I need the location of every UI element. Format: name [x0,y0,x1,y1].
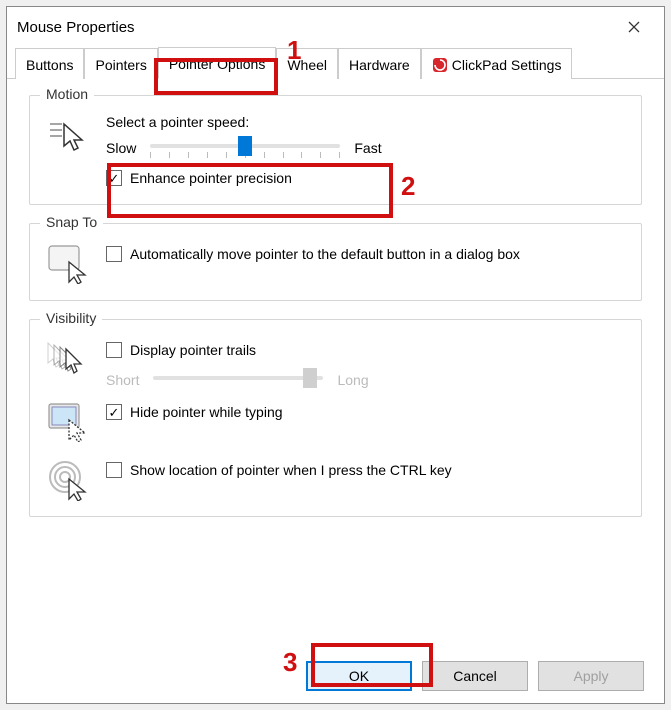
tab-label: Buttons [26,57,73,73]
slider-thumb-disabled [303,368,317,388]
hide-while-typing-checkbox[interactable]: ✓ [106,404,122,420]
tab-strip: Buttons Pointers Pointer Options Wheel H… [7,47,664,79]
pointer-speed-slider-row: Slow Fast [106,138,627,158]
tab-content: Motion Select a pointer speed: Slow [7,79,664,649]
fast-label: Fast [354,140,381,156]
group-title-motion: Motion [40,86,94,102]
trails-slider-row: Short Long [106,370,627,390]
pointer-trails-slider [153,370,323,390]
tab-pointers[interactable]: Pointers [84,48,157,79]
snap-to-icon [44,242,92,286]
dialog-button-row: OK Cancel Apply [7,649,664,703]
hide-while-typing-icon [44,400,92,444]
tab-label: Pointer Options [169,56,266,72]
pointer-trails-label: Display pointer trails [130,342,256,358]
apply-label: Apply [573,668,608,684]
ctrl-locate-checkbox[interactable] [106,462,122,478]
clickpad-icon [432,57,448,73]
apply-button[interactable]: Apply [538,661,644,691]
pointer-trails-checkbox[interactable] [106,342,122,358]
group-motion: Motion Select a pointer speed: Slow [29,95,642,205]
pointer-trails-icon [44,338,92,382]
enhance-precision-label: Enhance pointer precision [130,170,292,186]
tab-clickpad-settings[interactable]: ClickPad Settings [421,48,573,79]
tab-pointer-options[interactable]: Pointer Options [158,47,277,79]
short-label: Short [106,372,139,388]
snap-to-label: Automatically move pointer to the defaul… [130,246,520,262]
close-button[interactable] [614,13,654,41]
tab-label: ClickPad Settings [452,57,562,73]
group-visibility: Visibility Display pointer trails [29,319,642,517]
snap-to-checkbox[interactable] [106,246,122,262]
annotation-number-2: 2 [401,171,415,202]
ctrl-locate-label: Show location of pointer when I press th… [130,462,452,478]
pointer-speed-slider[interactable] [150,138,340,158]
slider-thumb[interactable] [238,136,252,156]
slow-label: Slow [106,140,136,156]
group-title-snapto: Snap To [40,214,103,230]
group-title-visibility: Visibility [40,310,102,326]
tab-buttons[interactable]: Buttons [15,48,84,79]
enhance-precision-checkbox[interactable]: ✓ [106,170,122,186]
ok-button[interactable]: OK [306,661,412,691]
cancel-label: Cancel [453,668,497,684]
pointer-speed-label: Select a pointer speed: [106,114,627,130]
tab-wheel[interactable]: Wheel [276,48,338,79]
ctrl-locate-icon [44,458,92,502]
hide-while-typing-label: Hide pointer while typing [130,404,283,420]
motion-icon [44,114,92,158]
cancel-button[interactable]: Cancel [422,661,528,691]
long-label: Long [337,372,368,388]
group-snap-to: Snap To Automatically move pointer to th… [29,223,642,301]
tab-label: Pointers [95,57,146,73]
tab-hardware[interactable]: Hardware [338,48,421,79]
mouse-properties-window: 1 2 3 Mouse Properties Buttons Pointers … [6,6,665,704]
window-title: Mouse Properties [17,19,135,36]
annotation-number-1: 1 [287,35,301,66]
titlebar: Mouse Properties [7,7,664,47]
tab-label: Hardware [349,57,410,73]
annotation-number-3: 3 [283,647,297,678]
ok-label: OK [349,668,369,684]
